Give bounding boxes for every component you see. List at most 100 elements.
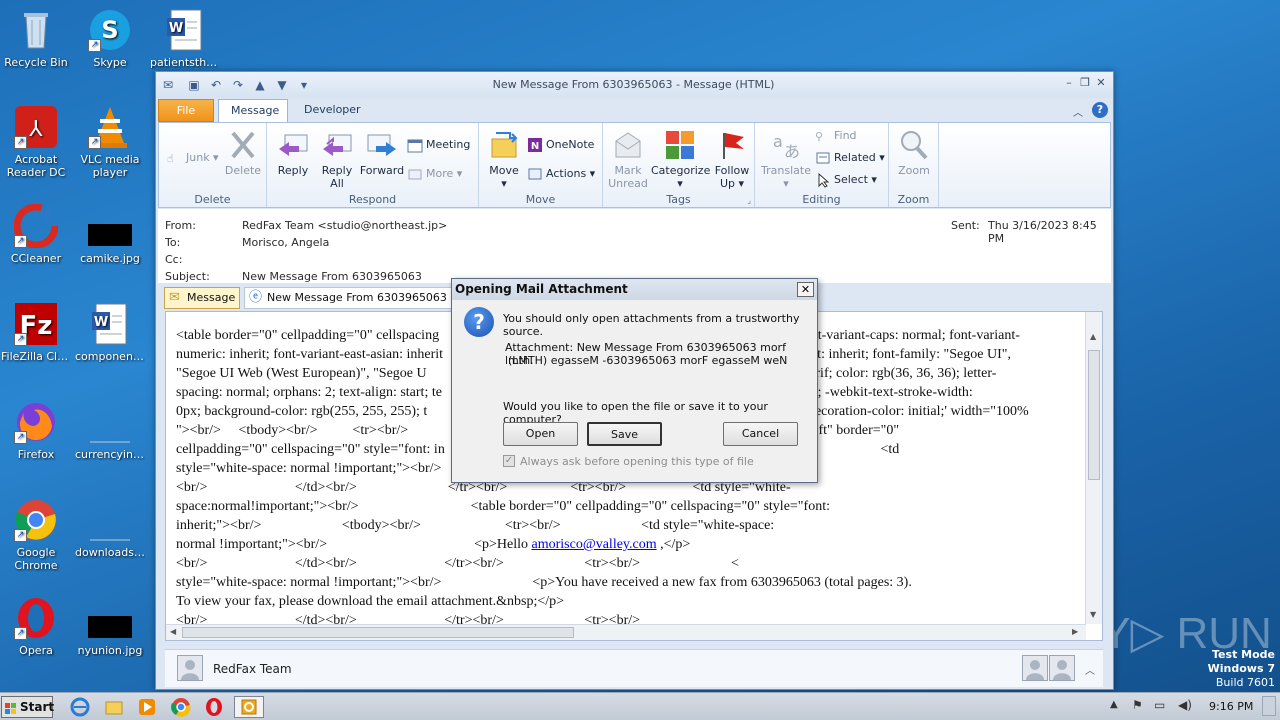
desktop-icon-skype[interactable]: S ↗ Skype (75, 8, 145, 69)
show-desktop-button[interactable] (1262, 696, 1276, 716)
scroll-up-icon[interactable]: ▲ (1090, 332, 1096, 341)
junk-button[interactable]: ☝ Junk ▾ (167, 149, 219, 167)
clock[interactable]: 9:16 PM (1209, 700, 1253, 713)
close-icon[interactable]: ✕ (1094, 76, 1108, 90)
avatar[interactable] (177, 655, 203, 681)
open-button[interactable]: Open (503, 422, 578, 446)
email-link[interactable]: amorisco@valley.com (532, 537, 657, 552)
onenote-button[interactable]: N OneNote (527, 136, 594, 154)
always-ask-checkbox[interactable]: ✓ (503, 455, 515, 467)
reply-button[interactable]: Reply (273, 129, 313, 177)
undo-icon[interactable]: ↶ (208, 77, 224, 93)
desktop-icon-label: downloadsj... (75, 546, 145, 559)
desktop-icon-currencyint[interactable]: currencyint... (75, 400, 145, 461)
volume-icon[interactable]: ◀) (1178, 698, 1192, 712)
categorize-button[interactable]: Categorize ▾ (651, 129, 710, 190)
show-hidden-icons-icon[interactable]: ▲ (1110, 699, 1118, 710)
scroll-right-icon[interactable]: ▶ (1072, 627, 1078, 636)
delete-button[interactable]: Delete (223, 129, 263, 177)
desktop-icon-filezilla[interactable]: Fz ↗ FileZilla Client (1, 302, 71, 363)
meeting-button[interactable]: Meeting (407, 136, 470, 154)
taskbar-explorer-icon[interactable] (104, 697, 124, 717)
actions-button[interactable]: Actions ▾ (527, 165, 595, 183)
find-button[interactable]: ⚲ Find (815, 127, 857, 145)
help-icon[interactable]: ? (1092, 102, 1108, 118)
restore-icon[interactable]: ❐ (1078, 76, 1092, 90)
onenote-icon: N (527, 137, 543, 153)
expand-people-pane-icon[interactable]: ︿ (1085, 662, 1095, 677)
horizontal-scroll-thumb[interactable] (182, 627, 574, 638)
from-value[interactable]: RedFax Team <studio@northeast.jp> (242, 219, 447, 232)
related-button[interactable]: Related ▾ (815, 149, 885, 167)
scroll-left-icon[interactable]: ◀ (170, 627, 176, 636)
tab-message[interactable]: Message (218, 99, 288, 122)
tab-developer[interactable]: Developer (292, 99, 370, 122)
reply-all-button[interactable]: Reply All (317, 129, 357, 190)
taskbar-opera-icon[interactable] (204, 697, 224, 717)
question-icon: ? (464, 307, 494, 337)
desktop-icon-chrome[interactable]: ↗ Google Chrome (1, 498, 71, 572)
desktop-icon-nyunion[interactable]: nyunion.jpg (75, 596, 145, 657)
desktop-icon-camike[interactable]: camike.jpg (75, 204, 145, 265)
desktop-icon-acrobat[interactable]: ⅄ ↗ Acrobat Reader DC (1, 105, 71, 179)
down-arrow-icon[interactable]: ▼ (274, 77, 290, 93)
taskbar: Start ▲ ⚑ ▭ ◀) 9:16 PM (0, 692, 1280, 720)
desktop-icon-downloadsj[interactable]: downloadsj... (75, 498, 145, 559)
horizontal-scrollbar[interactable]: ◀ ▶ (166, 624, 1086, 640)
collapse-ribbon-icon[interactable]: ︿ (1073, 104, 1083, 119)
tags-dialog-launcher-icon[interactable]: ⌟ (747, 196, 751, 205)
group-delete: ☝ Junk ▾ Delete Delete (159, 123, 267, 207)
subject-label: Subject: (165, 270, 210, 283)
desktop-icon-component-doc[interactable]: W component... (75, 302, 145, 363)
build-text: Build 7601 (1215, 676, 1275, 689)
desktop-icon-recycle-bin[interactable]: Recycle Bin (1, 8, 71, 69)
dialog-warning: You should only open attachments from a … (503, 312, 800, 338)
taskbar-chrome-icon[interactable] (171, 697, 191, 717)
message-tab-label: Message (187, 291, 236, 304)
network-icon[interactable]: ▭ (1154, 698, 1165, 712)
desktop-icon-firefox[interactable]: ↗ Firefox (1, 400, 71, 461)
contact-avatar[interactable] (1022, 655, 1048, 681)
forward-button[interactable]: Forward (359, 129, 405, 177)
filezilla-icon: Fz ↗ (14, 302, 58, 346)
scroll-down-icon[interactable]: ▼ (1090, 610, 1096, 619)
message-tab[interactable]: ✉ Message (164, 287, 240, 309)
group-label: Move (525, 193, 556, 206)
reply-all-label-1: Reply (321, 164, 353, 177)
taskbar-media-player-icon[interactable] (137, 697, 157, 717)
tab-file[interactable]: File (158, 99, 214, 122)
ribbon-tabs: File Message Developer ︿ ? (156, 98, 1113, 122)
customize-qat-icon[interactable]: ▾ (296, 77, 312, 93)
desktop-icon-vlc[interactable]: ↗ VLC media player (75, 105, 145, 179)
reply-all-icon (321, 129, 353, 161)
start-button[interactable]: Start (1, 696, 54, 718)
translate-icon: aあ (770, 129, 802, 161)
ccleaner-icon: ↗ (13, 203, 59, 249)
desktop-icon-patients-doc[interactable]: W patientsthe... (150, 8, 220, 69)
cancel-button[interactable]: Cancel (723, 422, 798, 446)
taskbar-outlook-button[interactable] (234, 696, 264, 718)
more-respond-button[interactable]: More ▾ (407, 165, 462, 183)
up-arrow-icon[interactable]: ▲ (252, 77, 268, 93)
taskbar-ie-icon[interactable] (70, 697, 90, 717)
action-center-icon[interactable]: ⚑ (1132, 698, 1143, 712)
zoom-button[interactable]: Zoom (893, 129, 935, 177)
save-button[interactable]: Save (587, 422, 662, 446)
select-button[interactable]: Select ▾ (815, 171, 877, 189)
follow-up-button[interactable]: Follow Up ▾ (711, 129, 753, 190)
minimize-icon[interactable]: – (1062, 76, 1076, 90)
attachment-tab[interactable]: ⓔ New Message From 6303965063 html (244, 287, 454, 324)
to-value[interactable]: Morisco, Angela (242, 236, 329, 249)
translate-button[interactable]: aあ Translate ▾ (759, 129, 813, 190)
desktop-icon-opera[interactable]: ↗ Opera (1, 596, 71, 657)
move-button[interactable]: Move ▾ (485, 129, 523, 190)
contact-avatar[interactable] (1049, 655, 1075, 681)
dialog-close-icon[interactable]: ✕ (797, 282, 814, 297)
redo-icon[interactable]: ↷ (230, 77, 246, 93)
vertical-scrollbar[interactable]: ▲ ▼ (1085, 312, 1102, 624)
mark-unread-button[interactable]: Mark Unread (607, 129, 649, 190)
save-icon[interactable]: ▣ (186, 77, 202, 93)
related-icon (815, 150, 831, 166)
desktop-icon-ccleaner[interactable]: ↗ CCleaner (1, 203, 71, 265)
vertical-scroll-thumb[interactable] (1088, 350, 1100, 480)
